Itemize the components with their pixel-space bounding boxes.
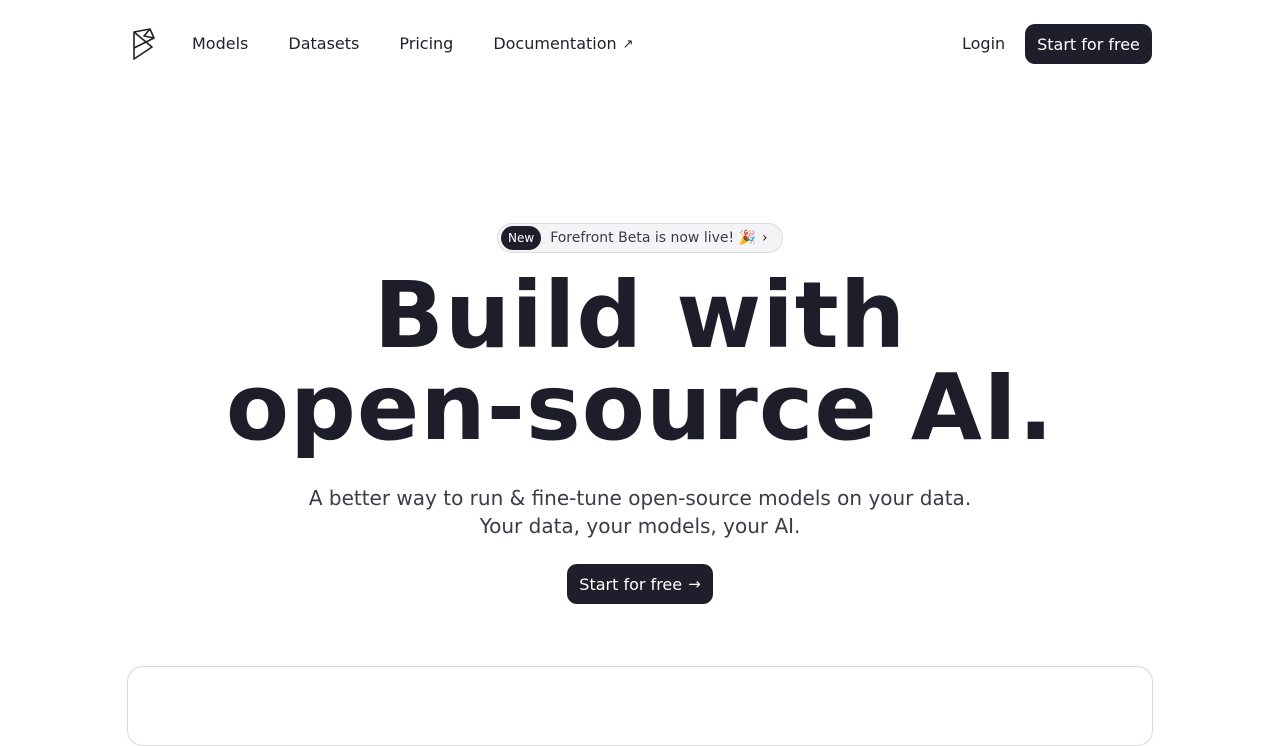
forefront-logo-icon[interactable] — [130, 28, 158, 60]
announcement-text: Forefront Beta is now live! 🎉 — [550, 230, 757, 246]
new-badge: New — [501, 226, 542, 250]
nav-link-datasets[interactable]: Datasets — [288, 32, 359, 56]
nav-links: Models Datasets Pricing Documentation ↗ — [192, 32, 674, 56]
hero-title-line-2: open-source AI. — [225, 354, 1055, 461]
chevron-right-icon: › — [762, 230, 768, 246]
nav-link-models[interactable]: Models — [192, 32, 248, 56]
product-preview-card — [127, 666, 1153, 746]
nav-link-label: Datasets — [288, 34, 360, 53]
hero-title: Build with open-source AI. — [0, 270, 1280, 454]
nav-link-label: Documentation — [493, 34, 617, 53]
hero-subtitle: A better way to run & fine-tune open-sou… — [0, 484, 1280, 540]
top-nav: Models Datasets Pricing Documentation ↗ … — [0, 0, 1280, 88]
login-link[interactable]: Login — [962, 32, 1005, 56]
hero-title-line-1: Build with — [373, 262, 907, 369]
nav-link-label: Models — [192, 34, 249, 53]
start-for-free-nav-button[interactable]: Start for free — [1025, 24, 1152, 64]
arrow-right-icon: → — [688, 575, 701, 593]
nav-link-label: Pricing — [399, 34, 454, 53]
announcement-pill[interactable]: New Forefront Beta is now live! 🎉 › — [497, 223, 783, 253]
hero-cta-label: Start for free — [579, 574, 683, 594]
hero-subtitle-line-1: A better way to run & fine-tune open-sou… — [308, 486, 972, 510]
nav-link-pricing[interactable]: Pricing — [399, 32, 453, 56]
hero-subtitle-line-2: Your data, your models, your AI. — [479, 514, 801, 538]
start-for-free-hero-button[interactable]: Start for free → — [567, 564, 713, 604]
nav-link-documentation[interactable]: Documentation ↗ — [493, 32, 633, 56]
external-arrow-icon: ↗ — [622, 36, 634, 52]
